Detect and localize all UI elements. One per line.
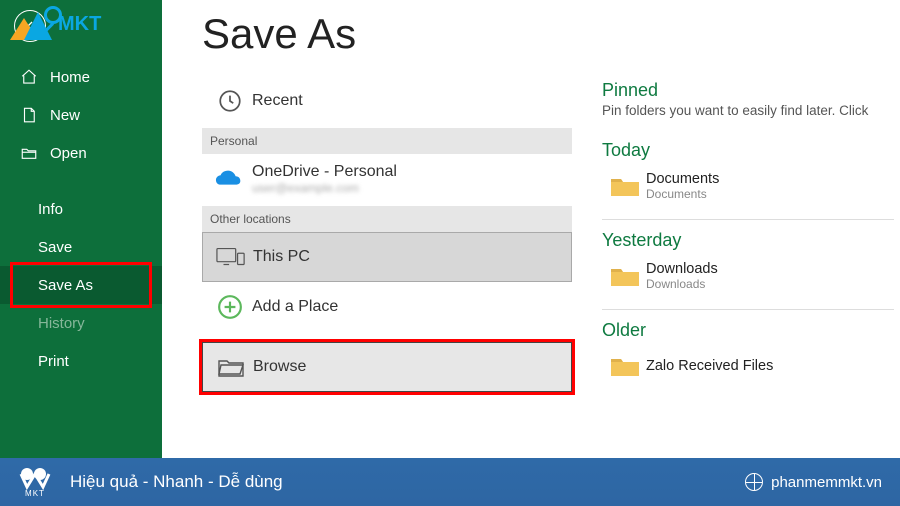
folder-name: Downloads bbox=[646, 261, 718, 277]
sidebar-item-label: Save bbox=[38, 239, 72, 256]
section-header-yesterday: Yesterday bbox=[602, 230, 894, 251]
this-pc-icon bbox=[216, 245, 246, 269]
clock-icon bbox=[217, 88, 243, 114]
separator bbox=[602, 309, 894, 310]
folder-row-zalo[interactable]: Zalo Received Files bbox=[602, 343, 894, 389]
location-label: Add a Place bbox=[252, 298, 338, 316]
location-label: Browse bbox=[253, 358, 306, 376]
branding-footer: MKT Hiệu quả - Nhanh - Dễ dùng phanmemmk… bbox=[0, 458, 900, 506]
folder-path: Documents bbox=[646, 187, 719, 201]
sidebar-item-label: History bbox=[38, 315, 85, 332]
sidebar-item-home[interactable]: Home bbox=[0, 58, 162, 96]
sidebar-item-label: Save As bbox=[38, 277, 93, 294]
pinned-description: Pin folders you want to easily find late… bbox=[602, 103, 894, 118]
footer-logo-text: MKT bbox=[25, 489, 45, 498]
folder-path: Downloads bbox=[646, 277, 718, 291]
section-header-today: Today bbox=[602, 140, 894, 161]
globe-icon bbox=[745, 473, 763, 491]
footer-logo: MKT bbox=[18, 467, 52, 498]
separator bbox=[602, 219, 894, 220]
sidebar-item-print[interactable]: Print bbox=[0, 342, 162, 380]
location-recent[interactable]: Recent bbox=[202, 76, 572, 126]
folder-row-documents[interactable]: Documents Documents bbox=[602, 163, 894, 209]
sidebar-item-save[interactable]: Save bbox=[0, 228, 162, 266]
location-add-place[interactable]: Add a Place bbox=[202, 282, 572, 332]
folder-icon bbox=[610, 265, 640, 287]
section-header-older: Older bbox=[602, 320, 894, 341]
folder-icon bbox=[610, 175, 640, 197]
backstage-sidebar: Home New Open Info Save Save As bbox=[0, 0, 162, 458]
open-folder-icon bbox=[20, 144, 38, 162]
watermark-mark bbox=[10, 8, 54, 40]
location-sublabel: user@example.com bbox=[252, 181, 397, 195]
folder-name: Zalo Received Files bbox=[646, 358, 773, 374]
location-this-pc[interactable]: This PC bbox=[202, 232, 572, 282]
sidebar-item-new[interactable]: New bbox=[0, 96, 162, 134]
sidebar-item-label: New bbox=[50, 107, 80, 124]
footer-site: phanmemmkt.vn bbox=[771, 474, 882, 491]
section-header-personal: Personal bbox=[202, 128, 572, 154]
section-header-other: Other locations bbox=[202, 206, 572, 232]
folder-icon bbox=[610, 355, 640, 377]
location-label: OneDrive - Personal bbox=[252, 163, 397, 181]
location-label: Recent bbox=[252, 92, 303, 110]
add-place-icon bbox=[217, 294, 243, 320]
content-area: Save As Recent Personal bbox=[162, 0, 900, 458]
sidebar-item-info[interactable]: Info bbox=[0, 190, 162, 228]
sidebar-item-label: Open bbox=[50, 145, 87, 162]
section-header-pinned: Pinned bbox=[602, 80, 894, 101]
browse-folder-icon bbox=[217, 356, 245, 378]
file-icon bbox=[20, 106, 38, 124]
sidebar-item-label: Home bbox=[50, 69, 90, 86]
watermark-text: MKT bbox=[58, 13, 101, 35]
location-label: This PC bbox=[253, 248, 310, 266]
footer-tagline: Hiệu quả - Nhanh - Dễ dùng bbox=[70, 472, 283, 492]
home-icon bbox=[20, 68, 38, 86]
folder-name: Documents bbox=[646, 171, 719, 187]
location-browse[interactable]: Browse bbox=[202, 342, 572, 392]
sidebar-item-open[interactable]: Open bbox=[0, 134, 162, 172]
sidebar-item-label: Print bbox=[38, 353, 69, 370]
watermark-logo: MKT bbox=[10, 8, 101, 40]
onedrive-icon bbox=[215, 169, 245, 189]
location-onedrive[interactable]: OneDrive - Personal user@example.com bbox=[202, 154, 572, 204]
sidebar-item-label: Info bbox=[38, 201, 63, 218]
sidebar-item-history[interactable]: History bbox=[0, 304, 162, 342]
recent-folders-column: Pinned Pin folders you want to easily fi… bbox=[572, 76, 900, 458]
page-title: Save As bbox=[202, 10, 900, 58]
footer-logo-mark bbox=[18, 467, 52, 489]
folder-row-downloads[interactable]: Downloads Downloads bbox=[602, 253, 894, 299]
sidebar-item-save-as[interactable]: Save As bbox=[0, 266, 162, 304]
locations-column: Recent Personal OneDrive - Personal user… bbox=[202, 76, 572, 458]
